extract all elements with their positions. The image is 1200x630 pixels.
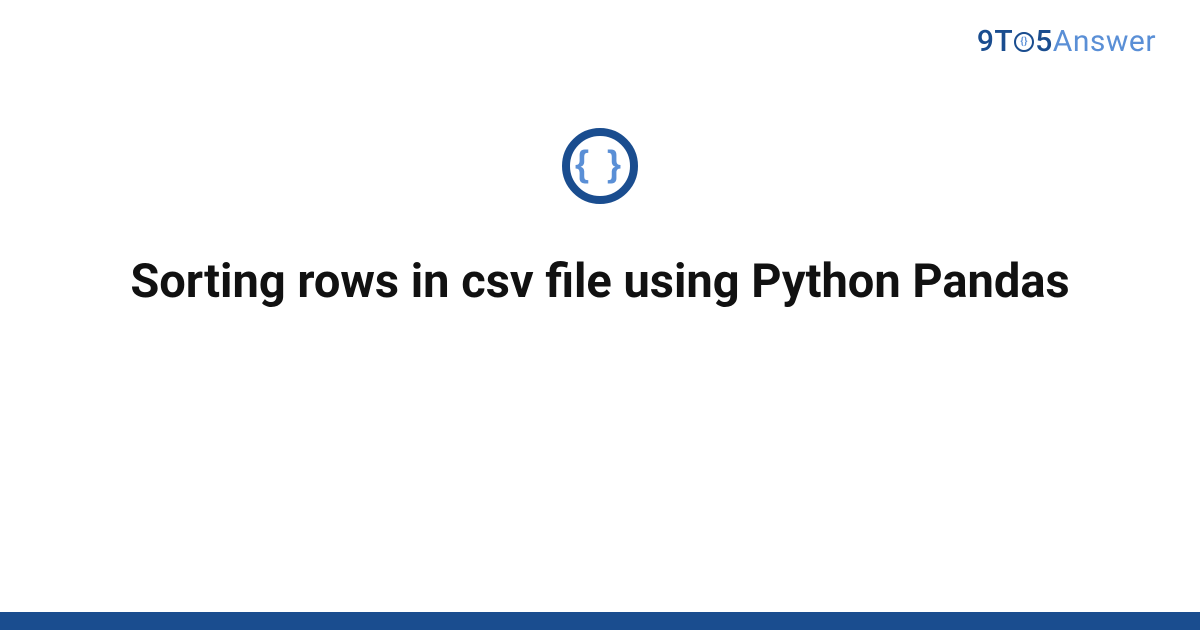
logo-answer: Answer	[1053, 24, 1156, 59]
logo-o-icon	[1013, 24, 1035, 59]
logo-nine: 9	[977, 24, 995, 59]
logo-five: 5	[1035, 24, 1053, 59]
circle-ring-icon: { }	[562, 128, 638, 204]
page-title: Sorting rows in csv file using Python Pa…	[0, 252, 1200, 312]
brand-logo: 9T5Answer	[977, 24, 1156, 59]
braces-in-circle-icon	[1014, 32, 1034, 52]
category-icon: { }	[562, 128, 638, 204]
footer-bar	[0, 612, 1200, 630]
logo-t: T	[994, 24, 1013, 59]
curly-braces-icon: { }	[575, 146, 625, 182]
